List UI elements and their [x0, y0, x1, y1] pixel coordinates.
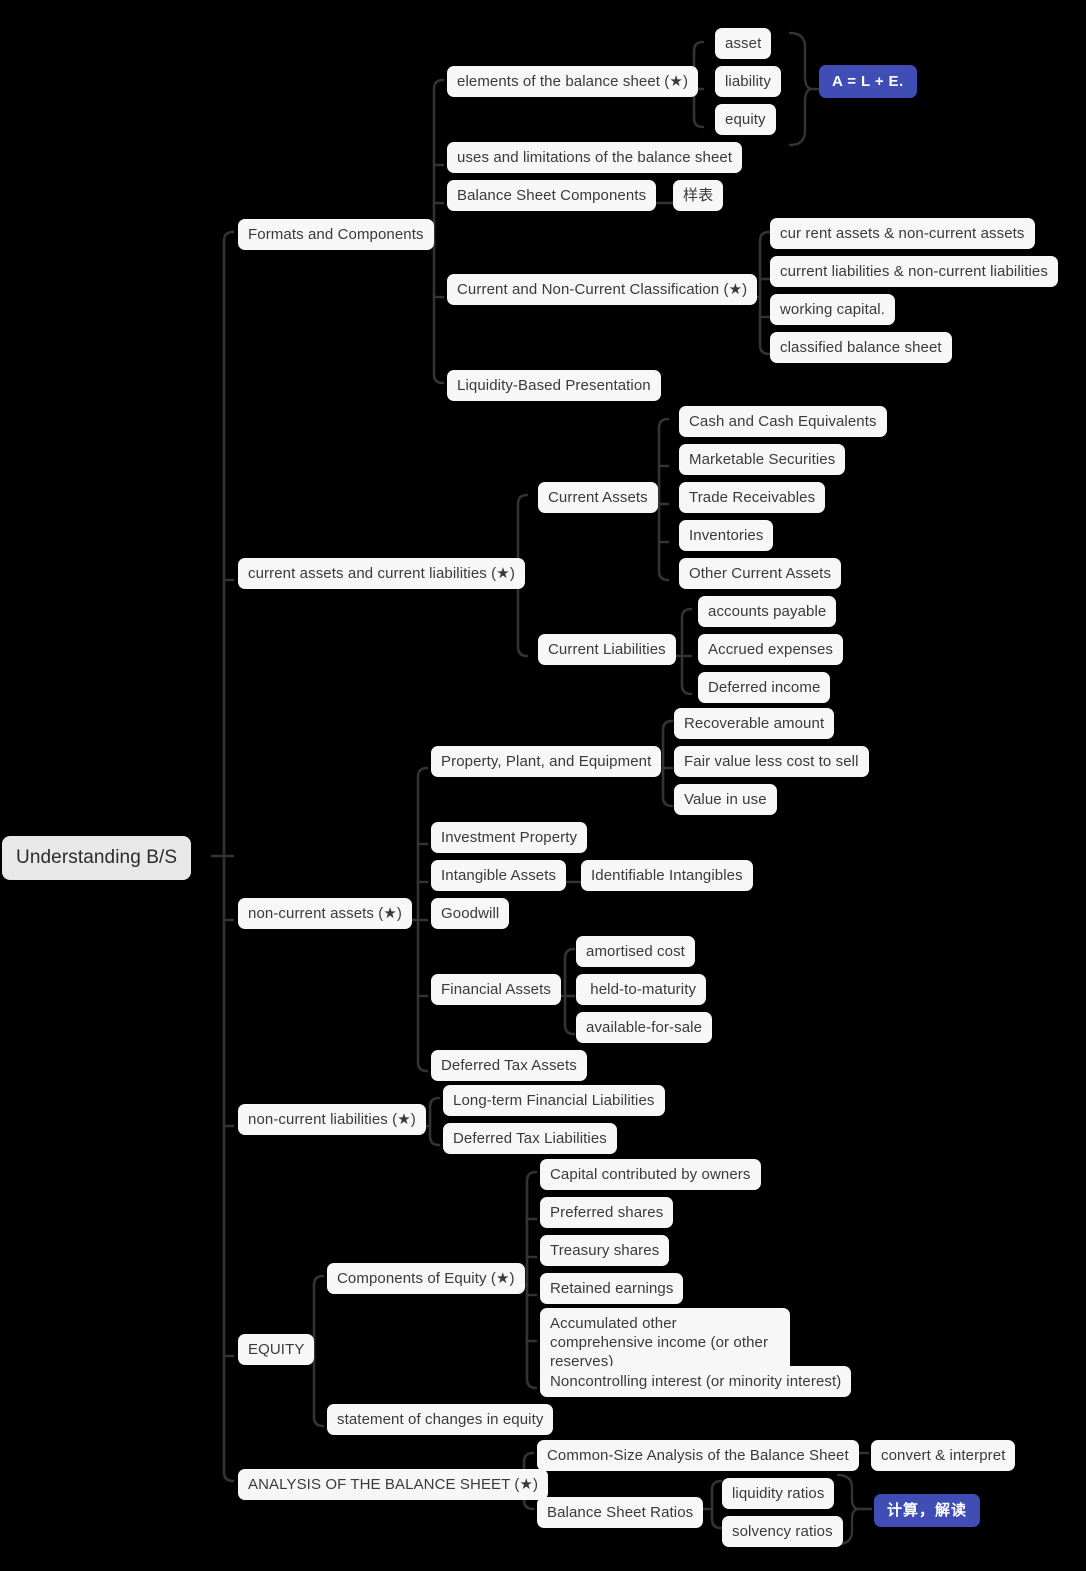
branch-current-assets-and-current-liabilities[interactable]: current assets and current liabilities (… [238, 558, 525, 589]
node-long-term-financial-liabilities[interactable]: Long-term Financial Liabilities [443, 1085, 665, 1116]
node-investment-property[interactable]: Investment Property [431, 822, 588, 853]
node-accrued-expenses[interactable]: Accrued expenses [698, 634, 844, 665]
node-classified-balance-sheet[interactable]: classified balance sheet [770, 332, 952, 363]
node-property-plant-and-equipment[interactable]: Property, Plant, and Equipment [431, 746, 662, 777]
node-amortised-cost[interactable]: amortised cost [576, 936, 695, 967]
node-working-capital[interactable]: working capital. [770, 294, 895, 325]
node-available-for-sale[interactable]: available-for-sale [576, 1012, 713, 1043]
node-current-and-non-current-classification[interactable]: Current and Non-Current Classification (… [447, 274, 758, 305]
node-fair-value-less-cost-to-sell[interactable]: Fair value less cost to sell [674, 746, 869, 777]
node-current-vs-non-current-liabilities[interactable]: current liabilities & non-current liabil… [770, 256, 1058, 287]
node-liquidity-ratios[interactable]: liquidity ratios [722, 1478, 835, 1509]
branch-analysis-of-the-balance-sheet[interactable]: ANALYSIS OF THE BALANCE SHEET (★) [238, 1469, 549, 1500]
node-convert-and-interpret[interactable]: convert & interpret [871, 1440, 1016, 1471]
badge-accounting-equation[interactable]: A = L + E. [819, 65, 917, 98]
node-identifiable-intangibles[interactable]: Identifiable Intangibles [581, 860, 753, 891]
node-current-assets[interactable]: Current Assets [538, 482, 658, 513]
branch-non-current-assets[interactable]: non-current assets (★) [238, 898, 413, 929]
node-common-size-analysis[interactable]: Common-Size Analysis of the Balance Shee… [537, 1440, 859, 1471]
node-uses-and-limitations[interactable]: uses and limitations of the balance shee… [447, 142, 743, 173]
node-statement-of-changes-in-equity[interactable]: statement of changes in equity [327, 1404, 554, 1435]
branch-non-current-liabilities[interactable]: non-current liabilities (★) [238, 1104, 426, 1135]
node-current-liabilities[interactable]: Current Liabilities [538, 634, 676, 665]
node-equity[interactable]: equity [715, 104, 776, 135]
node-balance-sheet-ratios[interactable]: Balance Sheet Ratios [537, 1497, 704, 1528]
node-intangible-assets[interactable]: Intangible Assets [431, 860, 567, 891]
node-components-of-equity[interactable]: Components of Equity (★) [327, 1263, 525, 1294]
node-held-to-maturity[interactable]: held-to-maturity [576, 974, 707, 1005]
node-cash-and-cash-equivalents[interactable]: Cash and Cash Equivalents [679, 406, 887, 437]
node-elements-of-the-balance-sheet[interactable]: elements of the balance sheet (★) [447, 66, 699, 97]
node-deferred-income[interactable]: Deferred income [698, 672, 831, 703]
node-trade-receivables[interactable]: Trade Receivables [679, 482, 826, 513]
node-treasury-shares[interactable]: Treasury shares [540, 1235, 670, 1266]
node-solvency-ratios[interactable]: solvency ratios [722, 1516, 843, 1547]
node-goodwill[interactable]: Goodwill [431, 898, 510, 929]
node-deferred-tax-liabilities[interactable]: Deferred Tax Liabilities [443, 1123, 617, 1154]
node-preferred-shares[interactable]: Preferred shares [540, 1197, 674, 1228]
node-other-current-assets[interactable]: Other Current Assets [679, 558, 842, 589]
node-liquidity-based-presentation[interactable]: Liquidity-Based Presentation [447, 370, 661, 401]
node-current-vs-non-current-assets[interactable]: cur rent assets & non-current assets [770, 218, 1035, 249]
node-deferred-tax-assets[interactable]: Deferred Tax Assets [431, 1050, 587, 1081]
branch-equity[interactable]: EQUITY [238, 1334, 315, 1365]
node-noncontrolling-interest[interactable]: Noncontrolling interest (or minority int… [540, 1366, 852, 1397]
node-financial-assets[interactable]: Financial Assets [431, 974, 561, 1005]
branch-formats-and-components[interactable]: Formats and Components [238, 219, 434, 250]
mindmap-canvas: Understanding B/S Formats and Components… [0, 0, 1086, 1571]
node-sample-table[interactable]: 样表 [673, 180, 724, 211]
node-balance-sheet-components[interactable]: Balance Sheet Components [447, 180, 657, 211]
badge-calculate-interpret[interactable]: 计算，解读 [874, 1494, 981, 1527]
node-liability[interactable]: liability [715, 66, 781, 97]
node-accounts-payable[interactable]: accounts payable [698, 596, 837, 627]
node-retained-earnings[interactable]: Retained earnings [540, 1273, 684, 1304]
node-inventories[interactable]: Inventories [679, 520, 774, 551]
node-marketable-securities[interactable]: Marketable Securities [679, 444, 846, 475]
node-recoverable-amount[interactable]: Recoverable amount [674, 708, 835, 739]
node-capital-contributed-by-owners[interactable]: Capital contributed by owners [540, 1159, 761, 1190]
node-asset[interactable]: asset [715, 28, 772, 59]
node-value-in-use[interactable]: Value in use [674, 784, 777, 815]
root-node[interactable]: Understanding B/S [2, 836, 192, 880]
